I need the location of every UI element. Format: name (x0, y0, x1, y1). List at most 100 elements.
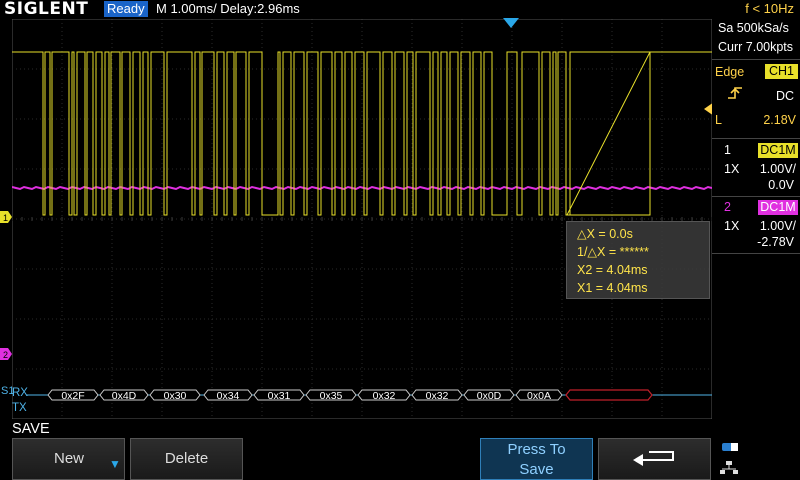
grid-tick (331, 217, 333, 221)
grid-tick (211, 217, 213, 221)
timebase-readout[interactable]: M 1.00ms/ Delay:2.96ms (156, 1, 300, 17)
grid-tick (81, 217, 83, 221)
decode-frame-value: 0x32 (373, 390, 396, 402)
new-button[interactable]: New ▼ (12, 438, 125, 480)
grid-tick (71, 217, 73, 221)
svg-text:2: 2 (3, 350, 8, 360)
grid-tick (521, 217, 523, 221)
ch1-offset-marker[interactable]: 1 (0, 211, 12, 223)
grid-tick (431, 217, 433, 221)
serial-decode-bus[interactable]: 0x2F 0x4D 0x30 0x34 0x31 0x35 0x32 0x32 0x0D 0x0A (12, 386, 712, 416)
grid-tick (351, 217, 353, 221)
grid-tick (231, 217, 233, 221)
ch1-scale: 1.00V/ (759, 162, 796, 176)
decode-frame-value: 0x34 (217, 390, 240, 402)
delete-button-label: Delete (164, 450, 209, 467)
grid-tick (561, 217, 563, 221)
grid-tick (301, 217, 303, 221)
grid-tick (441, 217, 443, 221)
cursor-measurement-box: △X = 0.0s 1/△X = ****** X2 = 4.04ms X1 =… (566, 221, 710, 299)
memory-depth: Curr 7.00kpts (718, 40, 794, 54)
grid-tick (341, 217, 343, 221)
decode-frame-value: 0x4D (112, 390, 137, 402)
grid-tick (251, 217, 253, 221)
press-to-save-button[interactable]: Press To Save (480, 438, 593, 480)
grid-tick (541, 217, 543, 221)
svg-text:1: 1 (3, 213, 8, 223)
new-button-label: New (54, 450, 85, 467)
ch2-offset-marker[interactable]: 2 (0, 348, 12, 360)
trigger-coupling: DC (775, 89, 794, 103)
cursor-delta-x: △X = 0.0s (577, 227, 633, 241)
trigger-type: Edge (715, 65, 745, 79)
decode-frame-value: 0x31 (268, 390, 291, 402)
ch2-probe: 1X (724, 219, 740, 233)
grid-tick (191, 217, 193, 221)
decode-frame-value: 0x0A (527, 390, 551, 402)
grid-tick (311, 217, 313, 221)
grid-tick (471, 217, 473, 221)
right-info-panel: Sa 500kSa/s Curr 7.00kpts Edge CH1 DC L … (712, 19, 800, 435)
waveform-display[interactable] (12, 19, 712, 419)
grid-tick (151, 217, 153, 221)
chevron-down-icon: ▼ (109, 457, 121, 471)
grid-tick (241, 217, 243, 221)
grid-tick (511, 217, 513, 221)
return-arrow-icon (633, 451, 674, 466)
menu-title: SAVE (12, 421, 50, 437)
rising-edge-icon (728, 87, 742, 99)
grid-tick (181, 217, 183, 221)
decode-frame-value: 0x30 (164, 390, 187, 402)
grid-tick (21, 217, 23, 221)
decode-frame-value: 0x35 (320, 390, 343, 402)
grid-tick (291, 217, 293, 221)
grid-tick (161, 217, 163, 221)
grid-tick (451, 217, 453, 221)
sample-rate: Sa 500kSa/s (718, 21, 789, 35)
trigger-frequency-readout: f < 10Hz (745, 1, 794, 16)
grid-tick (12, 217, 13, 221)
grid-tick (501, 217, 503, 221)
grid-tick (171, 217, 173, 221)
grid-tick (491, 217, 493, 221)
decode-frame-value: 0x0D (477, 390, 502, 402)
trigger-source-badge: CH1 (765, 64, 798, 79)
grid-tick (391, 217, 393, 221)
grid-tick (321, 217, 323, 221)
grid-tick (221, 217, 223, 221)
ch2-scale: 1.00V/ (759, 219, 796, 233)
grid-tick (51, 217, 53, 221)
ch1-number: 1 (724, 143, 731, 157)
ch2-number: 2 (724, 200, 731, 214)
grid-tick (61, 217, 63, 221)
grid-tick (31, 217, 33, 221)
back-button[interactable] (598, 438, 711, 480)
grid-tick (261, 217, 263, 221)
decode-error-frame (565, 389, 653, 401)
cursor-x1: X1 = 4.04ms (577, 281, 648, 295)
trigger-level-label: L (715, 113, 722, 127)
grid-tick (101, 217, 103, 221)
decode-frame-value: 0x32 (426, 390, 449, 402)
grid-tick (551, 217, 553, 221)
grid-tick (121, 217, 123, 221)
grid-tick (401, 217, 403, 221)
trigger-position-marker[interactable] (503, 18, 519, 28)
grid-tick (361, 217, 363, 221)
ch2-trace (12, 185, 712, 191)
grid-tick (531, 217, 533, 221)
grid-tick (271, 217, 273, 221)
ch2-coupling-badge: DC1M (758, 200, 798, 215)
grid-tick (411, 217, 413, 221)
grid-tick (481, 217, 483, 221)
grid-tick (141, 217, 143, 221)
acquisition-status-badge: Ready (104, 1, 148, 17)
grid-tick (371, 217, 373, 221)
press-to-save-line2: Save (519, 461, 554, 478)
ch1-trace (12, 51, 712, 216)
grid-tick (381, 217, 383, 221)
delete-button[interactable]: Delete (130, 438, 243, 480)
ch1-probe: 1X (724, 162, 740, 176)
cursor-inverse-delta-x: 1/△X = ****** (577, 245, 649, 259)
network-status-icon[interactable] (718, 440, 798, 480)
